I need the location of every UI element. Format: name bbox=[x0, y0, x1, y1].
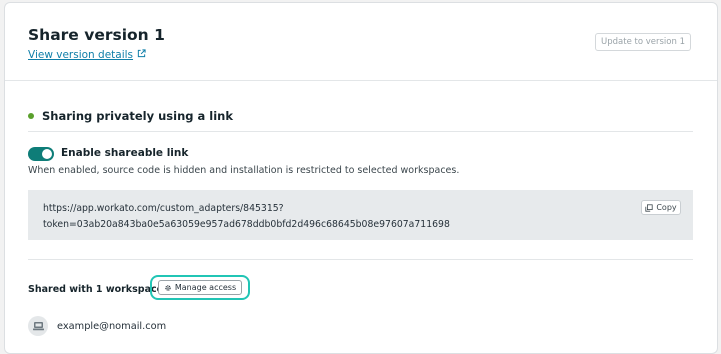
copy-button[interactable]: Copy bbox=[641, 200, 681, 215]
sharing-title-text: Sharing privately using a link bbox=[42, 109, 233, 123]
shared-workspaces-label: Shared with 1 workspace bbox=[28, 284, 164, 295]
workspace-email: example@nomail.com bbox=[57, 321, 167, 332]
section-divider bbox=[28, 131, 693, 132]
section-divider bbox=[28, 259, 693, 260]
toggle-knob bbox=[42, 149, 52, 159]
gear-icon bbox=[165, 284, 171, 291]
manage-access-label: Manage access bbox=[174, 283, 237, 292]
link-line-2: token=03ab20a843ba0e5a63059e957ad678ddb0… bbox=[43, 219, 450, 230]
sharing-section-title: Sharing privately using a link bbox=[28, 109, 233, 123]
page-title: Share version 1 bbox=[28, 26, 165, 44]
manage-access-button[interactable]: Manage access bbox=[158, 280, 242, 295]
workspace-glyph-icon bbox=[32, 322, 44, 331]
shareable-link-text[interactable]: https://app.workato.com/custom_adapters/… bbox=[43, 201, 450, 233]
external-link-icon bbox=[137, 49, 146, 58]
workspace-icon bbox=[28, 316, 48, 336]
copy-button-label: Copy bbox=[656, 203, 677, 212]
link-line-1: https://app.workato.com/custom_adapters/… bbox=[43, 203, 284, 214]
view-version-details-link[interactable]: View version details bbox=[28, 49, 146, 61]
shareable-link-toggle[interactable] bbox=[28, 147, 54, 161]
shareable-link-box: https://app.workato.com/custom_adapters/… bbox=[28, 190, 693, 240]
toggle-label: Enable shareable link bbox=[61, 147, 189, 159]
share-version-panel: Share version 1 View version details Upd… bbox=[4, 2, 718, 354]
panel-header: Share version 1 View version details Upd… bbox=[5, 3, 717, 81]
update-to-version-button[interactable]: Update to version 1 bbox=[595, 33, 691, 51]
help-text: When enabled, source code is hidden and … bbox=[28, 165, 460, 176]
details-link-label: View version details bbox=[28, 49, 134, 61]
copy-icon bbox=[645, 203, 653, 212]
status-dot-icon bbox=[28, 113, 34, 119]
